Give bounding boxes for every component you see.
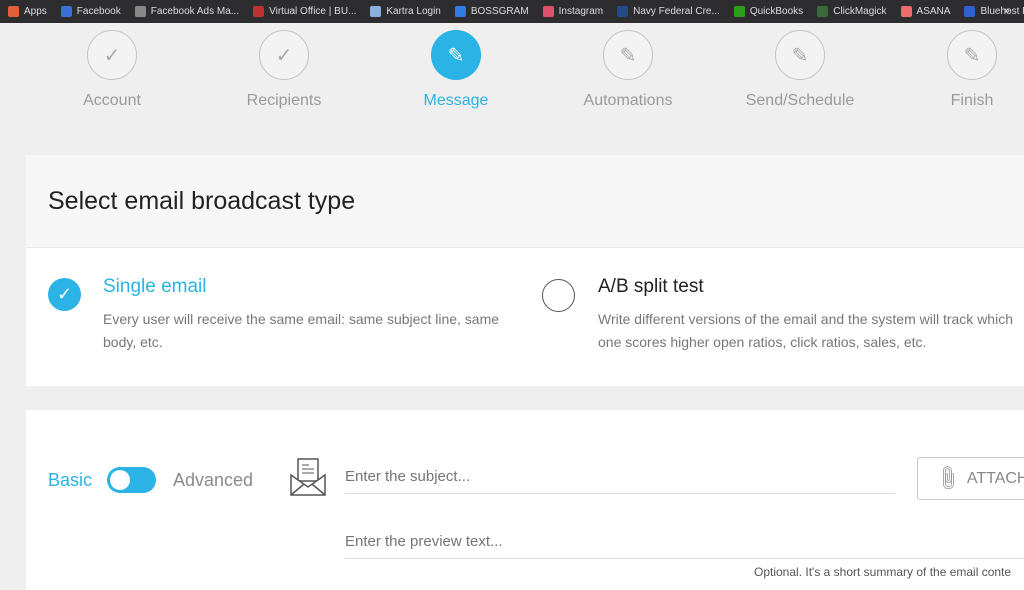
- bookmark-favicon-icon: [617, 6, 629, 17]
- bookmark-label: Navy Federal Cre...: [633, 6, 720, 17]
- envelope-letter-icon: [290, 458, 326, 496]
- bookmarks-more-button[interactable]: »: [1004, 5, 1010, 17]
- broadcast-type-card: Select email broadcast type ✓ Single ema…: [26, 155, 1024, 386]
- pencil-icon: ✎: [775, 30, 825, 80]
- bookmark-item[interactable]: BOSSGRAM: [454, 6, 529, 17]
- bookmark-label: QuickBooks: [749, 6, 804, 17]
- bookmark-favicon-icon: [8, 6, 19, 17]
- check-icon: ✓: [56, 284, 73, 304]
- pencil-icon: ✎: [431, 30, 481, 80]
- bookmark-favicon-icon: [900, 6, 912, 17]
- bookmark-item[interactable]: Apps: [8, 6, 47, 17]
- bookmark-label: Facebook Ads Ma...: [150, 6, 240, 17]
- single-email-desc: Every user will receive the same email: …: [103, 311, 500, 350]
- subject-input[interactable]: [345, 468, 895, 494]
- single-email-option[interactable]: Single email Every user will receive the…: [103, 276, 523, 354]
- step-label: Send/Schedule: [745, 92, 855, 109]
- pencil-icon: ✎: [603, 30, 653, 80]
- bookmark-favicon-icon: [733, 6, 745, 17]
- mode-toggle[interactable]: [107, 467, 156, 493]
- bookmark-item[interactable]: QuickBooks: [733, 6, 804, 17]
- bookmark-label: ASANA: [916, 6, 951, 17]
- preview-text-input[interactable]: [345, 533, 1024, 559]
- bookmark-label: ClickMagick: [833, 6, 887, 17]
- check-icon: ✓: [87, 30, 137, 80]
- bookmark-favicon-icon: [60, 6, 72, 17]
- basic-mode-label[interactable]: Basic: [48, 470, 92, 491]
- ab-split-radio[interactable]: [542, 279, 575, 312]
- bookmark-item[interactable]: Navy Federal Cre...: [617, 6, 720, 17]
- preview-hint: Optional. It's a short summary of the em…: [754, 565, 1012, 579]
- bookmark-item[interactable]: ASANA: [900, 6, 951, 17]
- bookmark-item[interactable]: Facebook: [60, 6, 121, 17]
- wizard-step[interactable]: ✓ Recipients: [204, 30, 364, 110]
- attach-label: ATTACH: [966, 469, 1024, 487]
- bookmark-item[interactable]: Facebook Ads Ma...: [134, 6, 240, 17]
- wizard-step[interactable]: ✎ Send/Schedule: [720, 30, 880, 110]
- wizard-step[interactable]: ✎ Message: [376, 30, 536, 110]
- paperclip-icon: 📎︎: [932, 462, 963, 494]
- bookmark-favicon-icon: [134, 6, 146, 17]
- pencil-icon: ✎: [947, 30, 997, 80]
- toggle-knob: [110, 470, 130, 490]
- step-label: Finish: [950, 92, 994, 109]
- wizard-step[interactable]: ✎ Finish: [892, 30, 1024, 110]
- wizard-step[interactable]: ✓ Account: [32, 30, 192, 110]
- bookmark-item[interactable]: Kartra Login: [370, 6, 441, 17]
- step-label: Automations: [583, 92, 673, 109]
- bookmark-label: Instagram: [558, 6, 604, 17]
- bookmark-favicon-icon: [542, 6, 554, 17]
- bookmarks-bar: Apps Facebook Facebook Ads Ma... Virtual Of…: [0, 0, 1024, 23]
- step-label: Recipients: [246, 92, 322, 109]
- page-title: Select email broadcast type: [26, 155, 1024, 248]
- bookmark-item[interactable]: Instagram: [542, 6, 604, 17]
- ab-split-desc: Write different versions of the email an…: [598, 311, 1013, 350]
- bookmark-label: Bluehost Portal: [980, 6, 1024, 17]
- ab-split-option[interactable]: A/B split test Write different versions …: [598, 276, 1018, 354]
- wizard-step[interactable]: ✎ Automations: [548, 30, 708, 110]
- bookmark-favicon-icon: [370, 6, 382, 17]
- step-label: Message: [423, 92, 489, 109]
- bookmark-item[interactable]: ClickMagick: [817, 6, 887, 17]
- bookmark-favicon-icon: [964, 6, 976, 17]
- advanced-mode-label[interactable]: Advanced: [173, 470, 253, 491]
- single-email-title: Single email: [103, 276, 207, 297]
- bookmark-label: Apps: [24, 6, 47, 17]
- step-label: Account: [83, 92, 141, 109]
- email-editor-card: Basic Advanced 📎︎ ATTACH Optional. It's …: [26, 410, 1024, 590]
- bookmark-favicon-icon: [817, 6, 829, 17]
- ab-split-title: A/B split test: [598, 276, 704, 297]
- bookmark-favicon-icon: [454, 6, 466, 17]
- bookmark-item[interactable]: Virtual Office | BU...: [253, 6, 356, 17]
- bookmark-label: BOSSGRAM: [470, 6, 529, 17]
- bookmark-label: Kartra Login: [386, 6, 441, 17]
- attach-button[interactable]: 📎︎ ATTACH: [917, 457, 1024, 500]
- single-email-radio-checked[interactable]: ✓: [48, 278, 81, 311]
- bookmark-item[interactable]: Bluehost Portal: [964, 6, 1024, 17]
- check-icon: ✓: [259, 30, 309, 80]
- bookmark-favicon-icon: [253, 6, 265, 17]
- bookmark-label: Facebook: [76, 6, 121, 17]
- bookmark-label: Virtual Office | BU...: [269, 6, 357, 17]
